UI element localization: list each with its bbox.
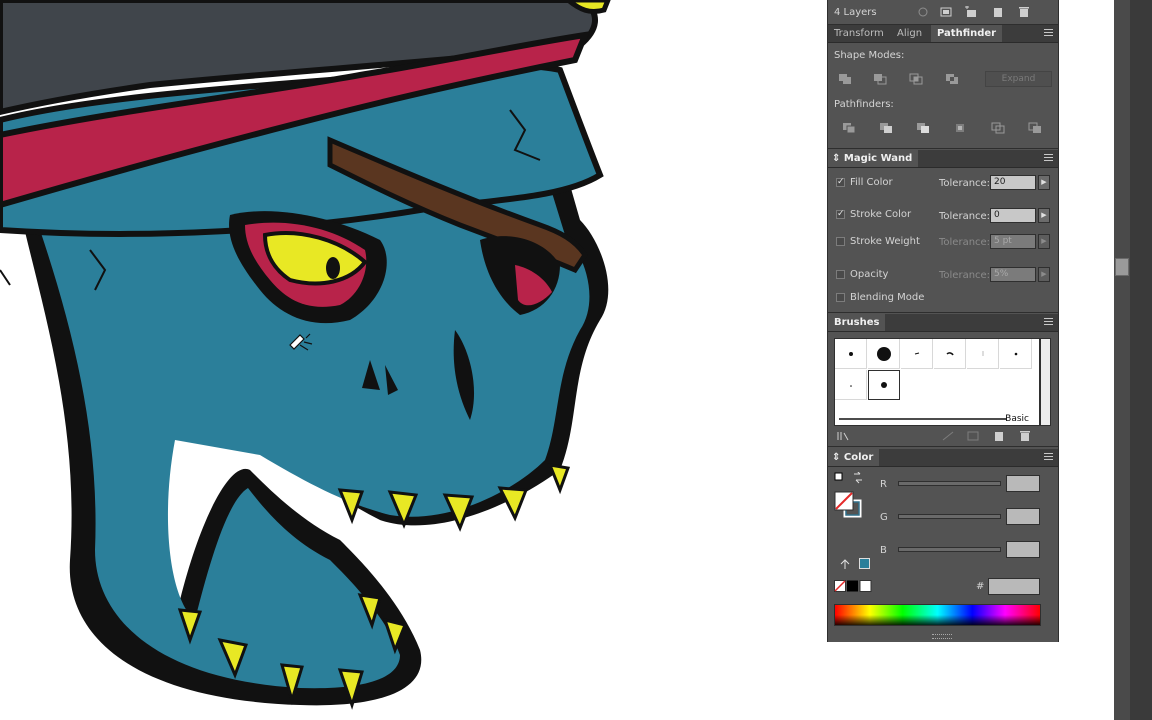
fill-tolerance-label: Tolerance: [939, 178, 991, 189]
brush-swatch[interactable] [967, 339, 999, 369]
intersect-icon[interactable] [909, 73, 923, 85]
green-channel-slider[interactable] [898, 514, 1001, 519]
layers-panel-footer: 4 Layers [828, 0, 1058, 24]
color-title: Color [843, 452, 874, 463]
stroke-weight-checkbox[interactable] [836, 237, 845, 246]
trim-icon[interactable] [879, 122, 893, 134]
fill-tolerance-arrow-icon[interactable]: ▶ [1038, 175, 1050, 190]
hex-field[interactable] [988, 578, 1040, 595]
tab-transform[interactable]: Transform [828, 25, 890, 42]
make-clipping-mask-icon[interactable] [939, 6, 953, 18]
layers-count: 4 Layers [834, 7, 877, 18]
fill-tolerance-field[interactable]: 20 [990, 175, 1036, 190]
opacity-checkbox[interactable] [836, 270, 845, 279]
weight-tolerance-label: Tolerance: [939, 237, 991, 248]
merge-icon[interactable] [916, 122, 930, 134]
divide-icon[interactable] [842, 122, 856, 134]
basic-brush-label: Basic [1005, 414, 1029, 424]
outline-icon[interactable] [991, 122, 1005, 134]
brush-swatch[interactable] [934, 339, 966, 369]
green-channel-field[interactable] [1006, 508, 1040, 525]
magic-wand-tab[interactable]: ⇕ Magic Wand [828, 150, 919, 167]
tab-pathfinder[interactable]: Pathfinder [931, 25, 1003, 42]
stroke-tolerance-label: Tolerance: [939, 211, 991, 222]
pathfinder-tabbar: Transform Align Pathfinder [828, 25, 1058, 43]
brush-swatch[interactable] [1000, 339, 1032, 369]
brush-library: Basic [834, 338, 1040, 426]
fill-color-checkbox[interactable]: ✓ [836, 178, 845, 187]
trash-icon[interactable] [1017, 6, 1031, 18]
opacity-tolerance-field: 5% [990, 267, 1036, 282]
brush-swatch[interactable] [868, 339, 900, 369]
stroke-tolerance-field[interactable]: 0 [990, 208, 1036, 223]
exclude-icon[interactable] [945, 73, 959, 85]
hex-label: # [976, 581, 985, 592]
crop-icon[interactable] [953, 122, 967, 134]
red-channel-slider[interactable] [898, 481, 1001, 486]
stroke-color-label: Stroke Color [850, 209, 912, 220]
vertical-scrollbar-thumb[interactable] [1115, 258, 1129, 276]
tab-align[interactable]: Align [891, 25, 928, 42]
blue-channel-label: B [880, 545, 887, 556]
unite-icon[interactable] [838, 73, 852, 85]
weight-tolerance-field: 5 pt [990, 234, 1036, 249]
brush-libraries-icon[interactable] [837, 430, 851, 442]
brush-options-icon [967, 431, 979, 441]
opacity-tolerance-label: Tolerance: [939, 270, 991, 281]
web-safe-color-swatch[interactable] [859, 558, 870, 569]
opacity-tolerance-arrow-icon: ▶ [1038, 267, 1050, 282]
expand-button[interactable]: Expand [985, 71, 1052, 87]
blending-mode-label: Blending Mode [850, 292, 925, 303]
panel-resize-handle[interactable] [932, 634, 952, 639]
magic-wand-title: Magic Wand [843, 153, 913, 164]
new-brush-icon[interactable] [992, 430, 1006, 442]
brush-swatch[interactable] [835, 370, 867, 400]
brush-swatch-selected[interactable] [868, 370, 900, 400]
shape-modes-label: Shape Modes: [834, 50, 905, 61]
brushes-scrollbar[interactable] [1040, 338, 1051, 426]
color-titlebar: ⇕ Color [828, 449, 1058, 467]
blue-channel-slider[interactable] [898, 547, 1001, 552]
locate-object-icon[interactable] [916, 6, 930, 18]
basic-brush-row[interactable]: Basic [835, 403, 1033, 425]
stroke-color-checkbox[interactable]: ✓ [836, 210, 845, 219]
green-channel-label: G [880, 512, 888, 523]
brushes-menu-icon[interactable] [1044, 318, 1053, 326]
create-sublayer-icon[interactable] [964, 6, 978, 18]
panel-dock: 4 Layers Transform Align Pathfinder Shap… [827, 0, 1059, 642]
none-black-white-swatches[interactable] [834, 580, 874, 593]
window-edge [1130, 0, 1152, 720]
brushes-tab[interactable]: Brushes [828, 314, 886, 331]
weight-tolerance-arrow-icon: ▶ [1038, 234, 1050, 249]
stroke-tolerance-arrow-icon[interactable]: ▶ [1038, 208, 1050, 223]
fill-stroke-swatches[interactable] [834, 472, 868, 522]
remove-brush-stroke-icon [942, 431, 954, 441]
artboard[interactable] [0, 0, 826, 720]
brush-swatch[interactable] [901, 339, 933, 369]
pathfinders-label: Pathfinders: [834, 99, 894, 110]
minus-back-icon[interactable] [1028, 122, 1042, 134]
vertical-scrollbar[interactable] [1114, 0, 1130, 720]
new-layer-icon[interactable] [991, 6, 1005, 18]
magic-wand-menu-icon[interactable] [1044, 154, 1053, 162]
stroke-weight-label: Stroke Weight [850, 236, 920, 247]
opacity-label: Opacity [850, 269, 889, 280]
delete-brush-icon[interactable] [1018, 430, 1032, 442]
red-channel-label: R [880, 479, 887, 490]
blue-channel-field[interactable] [1006, 541, 1040, 558]
fill-color-label: Fill Color [850, 177, 893, 188]
panel-menu-icon[interactable] [1044, 29, 1053, 37]
blending-mode-checkbox[interactable] [836, 293, 845, 302]
color-menu-icon[interactable] [1044, 453, 1053, 461]
minus-front-icon[interactable] [873, 73, 887, 85]
color-tab[interactable]: ⇕ Color [828, 449, 880, 466]
skull-illustration[interactable] [0, 0, 826, 720]
brush-swatch[interactable] [835, 339, 867, 369]
magic-wand-titlebar: ⇕ Magic Wand [828, 150, 1058, 168]
red-channel-field[interactable] [1006, 475, 1040, 492]
brushes-titlebar: Brushes [828, 314, 1058, 332]
color-spectrum-bar[interactable] [834, 604, 1041, 626]
out-of-gamut-warning-icon[interactable] [838, 558, 852, 570]
